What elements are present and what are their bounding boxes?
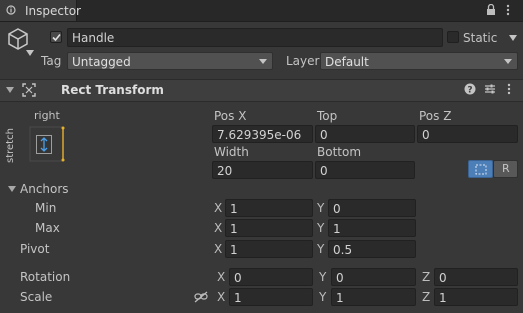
more-menu-icon[interactable] <box>505 4 511 16</box>
pivot-y-value: 0.5 <box>333 243 353 257</box>
scale-z-value: 1 <box>439 291 447 305</box>
help-icon[interactable]: ? <box>464 83 476 95</box>
pivot-x-value: 1 <box>230 243 238 257</box>
static-dropdown-arrow[interactable] <box>509 35 517 41</box>
scale-z-axis: Z <box>422 290 431 304</box>
tab-inspector[interactable]: Inspector <box>0 0 81 21</box>
anchor-max-x-field[interactable]: 1 <box>225 219 313 237</box>
pos-z-field[interactable]: 0 <box>417 125 518 143</box>
pos-z-header: Pos Z <box>419 109 452 123</box>
rotation-z-axis: Z <box>422 270 431 284</box>
raw-edit-label: R <box>502 162 510 175</box>
object-name-value: Handle <box>72 31 115 45</box>
constrain-proportions-icon[interactable] <box>194 291 208 303</box>
anchor-preset-button[interactable] <box>28 125 66 163</box>
inspector-info-icon <box>6 5 16 15</box>
scale-y-axis: Y <box>319 290 327 304</box>
rotation-x-axis: X <box>217 270 226 284</box>
anchors-label[interactable]: Anchors <box>20 182 69 196</box>
layer-value: Default <box>325 55 369 69</box>
tag-value: Untagged <box>72 55 131 69</box>
anchor-min-x-field[interactable]: 1 <box>225 199 313 217</box>
scale-y-value: 1 <box>336 291 344 305</box>
component-title: Rect Transform <box>61 83 164 97</box>
anchor-max-x-axis: X <box>214 221 223 235</box>
static-checkbox[interactable] <box>447 31 459 43</box>
top-header: Top <box>317 109 338 123</box>
anchor-min-x-axis: X <box>214 201 223 215</box>
rotation-y-value: 0 <box>336 271 344 285</box>
rotation-z-value: 0 <box>439 271 447 285</box>
chevron-down-icon <box>259 59 267 64</box>
width-field[interactable]: 20 <box>212 161 313 179</box>
pivot-x-field[interactable]: 1 <box>225 240 313 258</box>
raw-edit-button[interactable]: R <box>493 160 518 178</box>
rotation-label: Rotation <box>20 270 71 284</box>
anchor-max-label: Max <box>35 221 60 235</box>
gameobject-cube-icon <box>8 28 28 50</box>
pivot-x-axis: X <box>214 242 223 256</box>
pos-x-value: 7.629395e-06 <box>217 128 302 142</box>
anchor-max-y-field[interactable]: 1 <box>328 219 416 237</box>
kebab-menu-icon[interactable] <box>506 83 512 95</box>
scale-label: Scale <box>20 290 53 304</box>
sliders-icon[interactable] <box>484 83 496 95</box>
pivot-label: Pivot <box>20 242 50 256</box>
top-field[interactable]: 0 <box>315 125 415 143</box>
pivot-y-axis: Y <box>317 242 325 256</box>
scale-z-field[interactable]: 1 <box>434 288 518 306</box>
anchor-max-y-value: 1 <box>333 222 341 236</box>
pivot-y-field[interactable]: 0.5 <box>328 240 416 258</box>
top-value: 0 <box>320 128 328 142</box>
rotation-x-field[interactable]: 0 <box>229 268 313 286</box>
lock-icon[interactable] <box>486 4 496 16</box>
tag-label: Tag <box>41 54 62 68</box>
bottom-header: Bottom <box>317 145 362 159</box>
checkbox-checked-icon <box>52 33 61 42</box>
width-header: Width <box>214 145 249 159</box>
icon-dropdown-arrow[interactable] <box>26 50 34 56</box>
tab-label: Inspector <box>25 4 81 18</box>
static-label: Static <box>463 31 498 45</box>
foldout-arrow-icon[interactable] <box>6 87 14 93</box>
rotation-x-value: 0 <box>234 271 242 285</box>
blueprint-mode-icon <box>475 164 487 175</box>
anchor-min-label: Min <box>35 201 57 215</box>
object-name-input[interactable]: Handle <box>67 28 443 47</box>
layer-dropdown[interactable]: Default <box>320 52 518 70</box>
pos-z-value: 0 <box>422 128 430 142</box>
scale-x-field[interactable]: 1 <box>229 288 313 306</box>
bottom-value: 0 <box>320 164 328 178</box>
rotation-z-field[interactable]: 0 <box>434 268 518 286</box>
pos-x-field[interactable]: 7.629395e-06 <box>212 125 313 143</box>
anchors-foldout-icon[interactable] <box>8 186 16 192</box>
anchor-preset-icon <box>29 126 65 162</box>
rotation-y-field[interactable]: 0 <box>331 268 416 286</box>
anchor-min-y-value: 0 <box>333 202 341 216</box>
scale-x-axis: X <box>217 290 226 304</box>
pos-x-header: Pos X <box>214 109 247 123</box>
anchor-preset-top-label: right <box>34 109 60 122</box>
bottom-field[interactable]: 0 <box>315 161 415 179</box>
anchor-min-y-axis: Y <box>317 201 325 215</box>
svg-text:?: ? <box>467 86 472 96</box>
anchor-max-y-axis: Y <box>317 221 325 235</box>
scale-y-field[interactable]: 1 <box>331 288 416 306</box>
active-checkbox[interactable] <box>50 31 62 43</box>
tag-dropdown[interactable]: Untagged <box>67 52 273 70</box>
anchor-min-x-value: 1 <box>230 202 238 216</box>
chevron-down-icon <box>504 59 512 64</box>
scale-x-value: 1 <box>234 291 242 305</box>
rotation-y-axis: Y <box>319 270 327 284</box>
anchor-preset-side-label: stretch <box>5 128 16 163</box>
layer-label: Layer <box>286 54 320 68</box>
rect-transform-icon <box>22 83 36 97</box>
width-value: 20 <box>217 164 233 178</box>
anchor-min-y-field[interactable]: 0 <box>328 199 416 217</box>
anchor-max-x-value: 1 <box>230 222 238 236</box>
blueprint-mode-button[interactable] <box>468 160 493 178</box>
